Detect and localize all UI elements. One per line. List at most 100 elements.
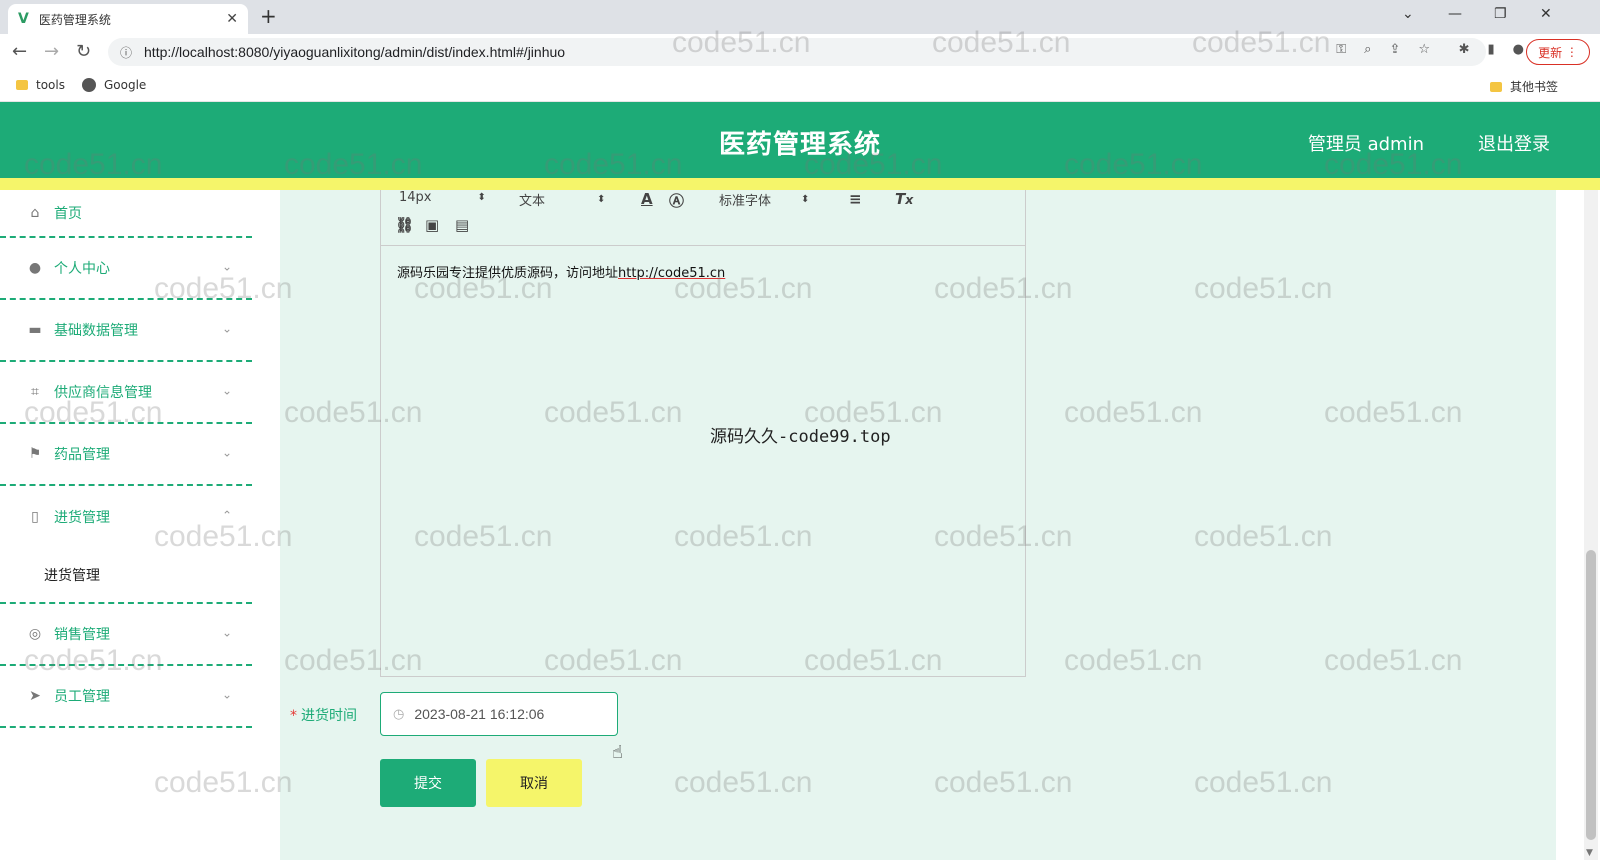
date-time-value: 2023-08-21 16:12:06 [414,706,545,722]
bookmarks-bar: tools Google 其他书签 [0,70,1600,102]
new-tab-button[interactable]: + [260,4,277,28]
sidebar-item-suppliers[interactable]: ⌗ 供应商信息管理 ⌄ [0,362,252,424]
url-text: http://localhost:8080/yiyaoguanlixitong/… [144,44,566,60]
date-form-row: * 进货时间 ◷ 2023-08-21 16:12:06 [280,692,980,736]
chevron-down-icon: ⌄ [221,445,232,460]
url-bar[interactable]: ⓘ http://localhost:8080/yiyaoguanlixiton… [108,38,1486,66]
flag-icon: ⚑ [28,446,42,462]
tab-close-icon[interactable]: ✕ [226,11,238,27]
select-arrows-icon: ⬍ [477,192,486,203]
sidebar: ⌂ 首页 ● 个人中心 ⌄ ▬ 基础数据管理 ⌄ ⌗ 供应商信息管理 ⌄ ⚑ 药… [0,190,280,860]
chevron-down-icon: ⌄ [221,687,232,702]
minimize-icon[interactable]: — [1448,6,1462,22]
chevron-down-icon: ⌄ [221,259,232,274]
editor-link[interactable]: http://code51.cn [618,266,725,281]
globe-icon [82,78,96,92]
clock-icon: ◷ [393,706,405,722]
side-panel-icon[interactable]: ▮ [1488,42,1495,57]
folder-icon [1490,81,1502,92]
select-arrows-icon: ⬍ [597,194,606,205]
crop-icon: ⌗ [31,384,39,400]
sidebar-item-label: 首页 [54,206,82,222]
cancel-button[interactable]: 取消 [486,759,582,807]
bookmark-label: tools [36,78,65,92]
font-color-icon[interactable]: A [641,190,653,208]
user-icon: ● [28,260,42,276]
chevron-up-icon: ⌃ [221,508,232,523]
home-icon: ⌂ [30,205,40,221]
overlay-watermark: 源码久久-code99.top [710,427,891,447]
browser-tab[interactable]: V 医药管理系统 ✕ [8,4,248,34]
video-icon[interactable]: ▤ [455,216,469,234]
clear-format-icon[interactable]: Tx [895,190,913,208]
sidebar-subitem-purchase[interactable]: 进货管理 [0,548,252,604]
more-menu-icon: ⋮ [1562,45,1578,59]
other-bookmarks[interactable]: 其他书签 [1490,78,1558,95]
font-size-select[interactable]: 14px ⬍ [399,190,486,205]
link-icon[interactable]: ⛓ [395,216,414,234]
chevron-down-icon: ⌄ [221,321,232,336]
sidebar-item-sales[interactable]: ◎ 销售管理 ⌄ [0,604,252,666]
font-family-select[interactable]: 标准字体 ⬍ [719,190,809,209]
key-icon[interactable]: ⚿ [1336,42,1346,57]
star-icon[interactable]: ☆ [1418,42,1430,57]
sidebar-item-label: 进货管理 [54,510,110,526]
editor-content[interactable]: 源码乐园专注提供优质源码，访问地址http://code51.cn [381,246,1025,297]
address-bar-row: ← → ↻ ⓘ http://localhost:8080/yiyaoguanl… [0,34,1600,70]
logout-button[interactable]: 退出登录 [1478,130,1550,156]
bookmark-label: Google [104,78,147,92]
extensions-icon[interactable]: ✱ [1459,42,1470,57]
app-header: 医药管理系统 管理员 admin 退出登录 [0,102,1600,178]
toolbar-actions: ✱ ▮ ● [1459,42,1524,57]
other-bookmarks-label: 其他书签 [1510,80,1559,94]
block-type-select[interactable]: 文本 ⬍ [519,190,605,209]
zoom-icon[interactable]: ⌕ [1364,42,1371,57]
scroll-thumb[interactable] [1586,550,1596,840]
tab-search-icon[interactable]: ⌄ [1402,6,1414,22]
sidebar-item-basic-data[interactable]: ▬ 基础数据管理 ⌄ [0,300,252,362]
restore-icon[interactable]: ❐ [1494,6,1507,22]
send-icon: ➤ [29,688,41,704]
font-family-value: 标准字体 [719,194,772,209]
monitor-icon: ▬ [28,322,42,338]
background-color-icon[interactable]: Ⓐ [669,190,684,211]
bookmark-tools[interactable]: tools [16,78,65,92]
header-accent-strip [0,178,1600,190]
sidebar-item-profile[interactable]: ● 个人中心 ⌄ [0,238,252,300]
close-window-icon[interactable]: ✕ [1540,6,1552,22]
sidebar-item-label: 药品管理 [54,447,110,463]
back-icon[interactable]: ← [12,41,27,62]
editor-text: 源码乐园专注提供优质源码，访问地址 [397,266,619,281]
sidebar-item-home[interactable]: ⌂ 首页 [0,190,252,238]
sidebar-item-label: 个人中心 [54,261,110,277]
update-label: 更新 [1538,45,1563,60]
hand-cursor-icon: ☝ [612,742,623,763]
select-arrows-icon: ⬍ [801,194,810,205]
sidebar-item-staff[interactable]: ➤ 员工管理 ⌄ [0,666,252,728]
share-icon[interactable]: ⇪ [1389,42,1400,57]
forward-icon[interactable]: → [44,41,59,62]
reload-icon[interactable]: ↻ [76,41,91,62]
bookmark-google[interactable]: Google [82,78,146,92]
scroll-down-arrow-icon[interactable]: ▼ [1586,848,1593,858]
profile-icon[interactable]: ● [1513,42,1524,57]
tab-title: 医药管理系统 [38,12,111,27]
image-icon[interactable]: ▣ [425,216,439,234]
main-content: 14px ⬍ 文本 ⬍ A Ⓐ 标准字体 ⬍ ≡ Tx ⛓ ▣ ▤ 源码乐园专注… [280,190,1556,860]
block-type-value: 文本 [519,194,546,209]
sidebar-item-label: 销售管理 [54,627,110,643]
date-label-text: 进货时间 [301,708,357,724]
rich-text-editor: 14px ⬍ 文本 ⬍ A Ⓐ 标准字体 ⬍ ≡ Tx ⛓ ▣ ▤ 源码乐园专注… [380,190,1026,677]
date-label: * 进货时间 [290,705,357,725]
update-button[interactable]: 更新 ⋮ [1526,39,1590,65]
date-time-input[interactable]: ◷ 2023-08-21 16:12:06 [380,692,618,736]
target-icon: ◎ [28,626,42,642]
align-icon[interactable]: ≡ [849,190,862,208]
site-info-icon[interactable]: ⓘ [120,44,132,61]
submit-button[interactable]: 提交 [380,759,476,807]
admin-label: 管理员 admin [1307,134,1424,155]
font-size-value: 14px [399,190,432,205]
page-scrollbar[interactable]: ▼ [1556,190,1600,860]
sidebar-item-purchase[interactable]: ▯ 进货管理 ⌃ [0,486,252,548]
sidebar-item-drugs[interactable]: ⚑ 药品管理 ⌄ [0,424,252,486]
